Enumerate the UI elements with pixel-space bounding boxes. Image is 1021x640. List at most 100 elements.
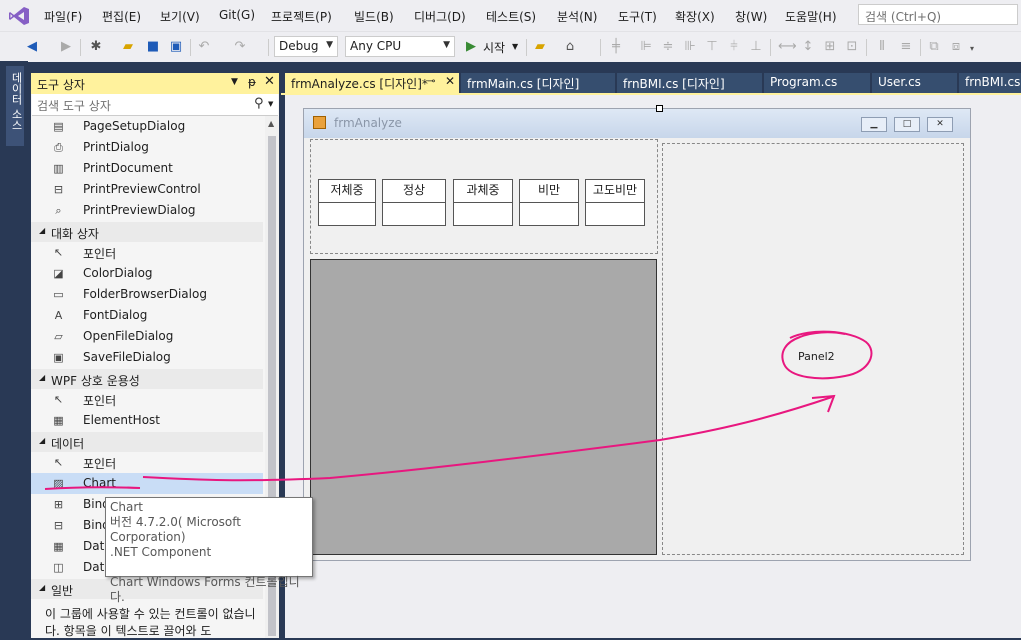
document-tab[interactable]: User.cs — [872, 73, 957, 93]
menu-item[interactable]: Git(G) — [219, 8, 255, 22]
close-tab-icon[interactable]: ✕ — [445, 74, 455, 88]
close-icon[interactable]: ✕ — [927, 117, 953, 132]
document-tab[interactable]: Program.cs — [764, 73, 870, 93]
save-all-icon[interactable]: ▣ — [168, 39, 184, 55]
document-tab[interactable]: frnBMI.cs — [959, 73, 1021, 93]
chevron-down-icon[interactable]: ▼ — [231, 77, 238, 87]
form-designer-surface[interactable]: frmAnalyze ▁ □ ✕ 저체중 정상 과체중 비만 고도비만 Panel2 — [285, 95, 1021, 638]
make-same-size-icon[interactable]: ⊡ — [844, 39, 860, 55]
configuration-value: Debug — [279, 39, 319, 53]
forward-icon[interactable]: ▶ — [58, 39, 74, 55]
search-input[interactable]: 검색 (Ctrl+Q) — [858, 4, 1018, 25]
toolbox-group[interactable]: ◢ 대화 상자 — [31, 222, 263, 242]
new-project-icon[interactable]: ✱ — [88, 39, 104, 55]
minimize-icon[interactable]: ▁ — [861, 117, 887, 132]
align-rights-icon[interactable]: ⊪ — [682, 39, 698, 55]
pin-icon[interactable]: ᵽ — [248, 75, 256, 89]
undo-icon[interactable]: ↶ — [196, 39, 212, 55]
resize-handle[interactable] — [656, 105, 663, 112]
toolbox-item[interactable]: ▨ Chart — [31, 473, 263, 494]
send-to-back-icon[interactable]: ⧈ — [948, 39, 964, 55]
expand-triangle-icon[interactable]: ◢ — [39, 436, 45, 445]
size-to-grid-icon[interactable]: ⊞ — [822, 39, 838, 55]
configuration-select[interactable]: Debug ▼ — [274, 36, 338, 57]
visual-studio-logo-icon[interactable] — [8, 6, 30, 26]
toolbox-item[interactable]: ▭ FolderBrowserDialog — [31, 284, 263, 305]
toolbar-overflow-icon[interactable]: ▾ — [970, 44, 974, 53]
designer-form[interactable]: frmAnalyze ▁ □ ✕ 저체중 정상 과체중 비만 고도비만 Panel2 — [303, 108, 971, 561]
search-icon[interactable]: ⚲ — [254, 96, 264, 111]
toolbox-item[interactable]: ↖ 포인터 — [31, 389, 263, 410]
open-folder-icon[interactable]: ▰ — [120, 39, 136, 55]
print-document-icon: ▥ — [53, 162, 64, 175]
toolbox-item[interactable]: ◪ ColorDialog — [31, 263, 263, 284]
bmi-category-box[interactable]: 정상 — [382, 179, 446, 226]
toolbox-item[interactable]: A FontDialog — [31, 305, 263, 326]
panel2[interactable]: Panel2 — [662, 143, 964, 555]
maximize-icon[interactable]: □ — [894, 117, 920, 132]
expand-triangle-icon[interactable]: ◢ — [39, 226, 45, 235]
menu-item[interactable]: 프로젝트(P) — [271, 8, 332, 25]
menu-item[interactable]: 도움말(H) — [785, 8, 837, 25]
platform-select[interactable]: Any CPU ▼ — [345, 36, 455, 57]
toolbox-group[interactable]: ◢ WPF 상호 운용성 — [31, 369, 263, 389]
toolbox-group[interactable]: ◢ 데이터 — [31, 432, 263, 452]
toolbox-item[interactable]: ▱ OpenFileDialog — [31, 326, 263, 347]
scroll-up-icon[interactable]: ▲ — [268, 119, 274, 128]
menu-item[interactable]: 테스트(S) — [486, 8, 536, 25]
play-icon[interactable]: ▶ — [463, 39, 479, 55]
menu-item[interactable]: 도구(T) — [618, 8, 657, 25]
make-same-height-icon[interactable]: ↕ — [800, 39, 816, 55]
data-sources-tab[interactable]: 데이터 소스 — [6, 66, 24, 146]
menu-item[interactable]: 분석(N) — [557, 8, 597, 25]
horizontal-spacing-icon[interactable]: ⫴ — [874, 39, 890, 55]
toolbox-item[interactable]: ↖ 포인터 — [31, 452, 263, 473]
home-icon[interactable]: ⌂ — [562, 39, 578, 55]
align-lefts-icon[interactable]: ⊫ — [638, 39, 654, 55]
bmi-category-box[interactable]: 저체중 — [318, 179, 376, 226]
bring-to-front-icon[interactable]: ⧉ — [926, 39, 942, 55]
make-same-width-icon[interactable]: ⟷ — [778, 39, 797, 55]
align-bottoms-icon[interactable]: ⊥ — [748, 39, 764, 55]
toolbox-item[interactable]: ↖ 포인터 — [31, 242, 263, 263]
chevron-down-icon[interactable]: ▼ — [268, 100, 273, 108]
start-dropdown-icon[interactable]: ▼ — [512, 42, 518, 51]
menu-item[interactable]: 디버그(D) — [414, 8, 466, 25]
back-icon[interactable]: ◀ — [24, 39, 40, 55]
browse-icon[interactable]: ▰ — [532, 39, 548, 55]
toolbox-item[interactable]: ▥ PrintDocument — [31, 158, 263, 179]
align-tops-icon[interactable]: ⊤ — [704, 39, 720, 55]
bmi-category-box[interactable]: 과체중 — [453, 179, 513, 226]
document-tab[interactable]: frmAnalyze.cs [디자인]* ⊸ ✕ — [285, 73, 459, 93]
bmi-category-box[interactable]: 비만 — [519, 179, 579, 226]
close-icon[interactable]: ✕ — [264, 74, 275, 89]
menu-item[interactable]: 창(W) — [735, 8, 767, 25]
toolbox-item[interactable]: ▤ PageSetupDialog — [31, 116, 263, 137]
toolbox-item[interactable]: ⊟ PrintPreviewControl — [31, 179, 263, 200]
menu-item[interactable]: 편집(E) — [102, 8, 141, 25]
expand-triangle-icon[interactable]: ◢ — [39, 373, 45, 382]
align-middles-icon[interactable]: ⫩ — [726, 39, 742, 55]
pin-icon[interactable]: ⊸ — [427, 76, 435, 87]
align-to-grid-icon[interactable]: ╪ — [608, 39, 624, 55]
expand-triangle-icon[interactable]: ◢ — [39, 583, 45, 592]
toolbox-item[interactable]: ▦ ElementHost — [31, 410, 263, 431]
redo-icon[interactable]: ↷ — [232, 39, 248, 55]
chart-panel[interactable] — [310, 259, 657, 555]
vertical-spacing-icon[interactable]: ≡ — [898, 39, 914, 55]
save-icon[interactable]: ■ — [145, 39, 161, 55]
menu-item[interactable]: 확장(X) — [675, 8, 715, 25]
menu-item[interactable]: 빌드(B) — [354, 8, 394, 25]
toolbox-item[interactable]: ▣ SaveFileDialog — [31, 347, 263, 368]
start-button[interactable]: 시작 — [483, 39, 505, 56]
document-tab[interactable]: frnBMI.cs [디자인] — [617, 73, 762, 93]
bmi-category-box[interactable]: 고도비만 — [585, 179, 645, 226]
toolbox-item[interactable]: ⌕ PrintPreviewDialog — [31, 200, 263, 221]
menu-item[interactable]: 보기(V) — [160, 8, 200, 25]
document-tab[interactable]: frmMain.cs [디자인] — [461, 73, 615, 93]
align-centers-icon[interactable]: ≑ — [660, 39, 676, 55]
toolbox-search-input[interactable]: 검색 도구 상자 ⚲ ▼ — [32, 94, 278, 116]
menu-item[interactable]: 파일(F) — [44, 8, 82, 25]
toolbox-item[interactable]: ⎙ PrintDialog — [31, 137, 263, 158]
panel1[interactable]: 저체중 정상 과체중 비만 고도비만 — [310, 139, 658, 254]
